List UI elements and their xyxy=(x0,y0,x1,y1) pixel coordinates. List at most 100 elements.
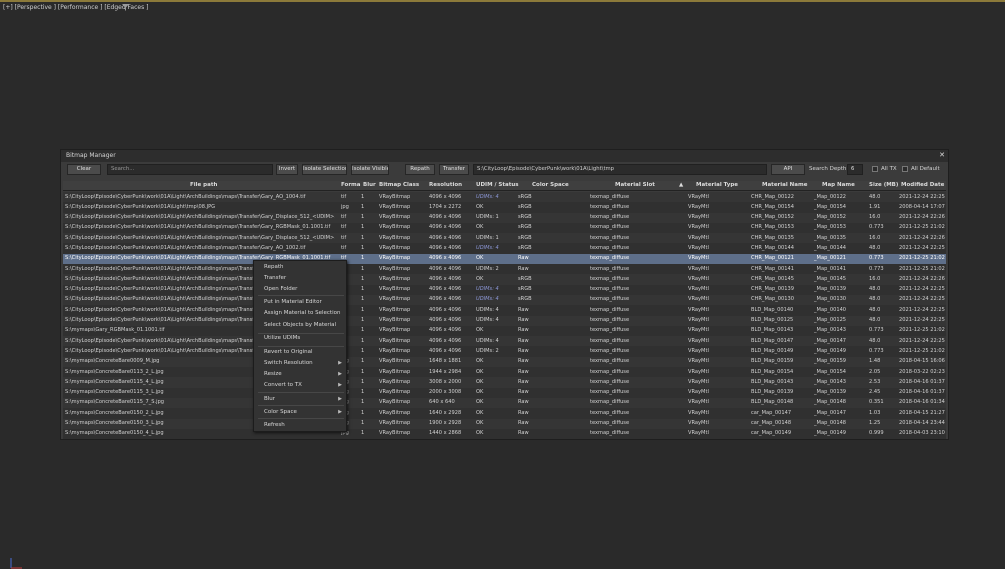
all-tx-checkbox[interactable] xyxy=(872,166,878,172)
table-row[interactable]: S:\CityLoop\Episode\CyberPunk\work\01A\L… xyxy=(63,346,946,357)
cell-bitmap-class: VRayBitmap xyxy=(379,430,411,437)
table-row[interactable]: S:\CityLoop\Episode\CyberPunk\work\01A\L… xyxy=(63,305,946,316)
col-material-type[interactable]: Material Type xyxy=(696,182,738,188)
menu-item-revert-to-original[interactable]: Revert to Original xyxy=(264,349,313,355)
col-blur[interactable]: Blur xyxy=(363,182,376,188)
cell-modified-date: 2018-04-16 01:37 xyxy=(899,378,945,385)
clear-button[interactable]: Clear xyxy=(67,164,101,175)
cell-resolution: 4096 x 4096 xyxy=(429,347,462,354)
menu-item-transfer[interactable]: Transfer xyxy=(264,275,286,281)
menu-item-switch-resolution[interactable]: Switch Resolution xyxy=(264,360,313,366)
cell-modified-date: 2021-12-24 22:25 xyxy=(899,306,945,313)
transfer-button[interactable]: Transfer xyxy=(439,164,469,175)
table-row[interactable]: S:\CityLoop\Episode\CyberPunk\work\01A\L… xyxy=(63,253,946,265)
all-default-label: All Default xyxy=(911,166,940,172)
cell-material-type: VRayMtl xyxy=(688,255,709,262)
menu-item-convert-to-tx[interactable]: Convert to TX xyxy=(264,382,302,388)
cell-material-slot: texmap_diffuse xyxy=(590,234,630,241)
cell-color-space: Raw xyxy=(518,265,529,272)
api-button[interactable]: API xyxy=(771,164,805,175)
col-map-name[interactable]: Map Name xyxy=(822,182,855,188)
table-row[interactable]: S:\mymaps\ConcreteBare0150_4_L.jpg jpg 1 VR… xyxy=(63,428,946,440)
col-color-space[interactable]: Color Space xyxy=(532,182,569,188)
cell-bitmap-class: VRayBitmap xyxy=(379,244,411,251)
repath-button[interactable]: Repath xyxy=(405,164,435,175)
cell-map-name: _Map_00154 xyxy=(814,368,847,375)
col-udim-status[interactable]: UDIM / Status xyxy=(476,182,519,188)
table-row[interactable]: S:\CityLoop\Episode\CyberPunk\work\01A\L… xyxy=(63,294,946,306)
search-depth-label: Search Depth: xyxy=(809,166,849,172)
cell-material-name: BLD_Map_00154 xyxy=(751,368,794,375)
close-icon[interactable]: ✕ xyxy=(939,151,945,159)
table-row[interactable]: S:\mymaps\Gary_RGBMask_01.1001.tiftif1VR… xyxy=(63,325,946,337)
cell-material-type: VRayMtl xyxy=(688,224,709,231)
table-row[interactable]: S:\CityLoop\Episode\CyberPunk\work\01A\L… xyxy=(63,222,946,234)
table-row[interactable]: S:\mymaps\ConcreteBare0115_7_S.jpgjpg1VR… xyxy=(63,397,946,409)
search-input[interactable]: Search... xyxy=(107,164,273,175)
col-resolution[interactable]: Resolution xyxy=(429,182,462,188)
table-row[interactable]: S:\mymaps\ConcreteBare0115_3_L.jpgjpg1VR… xyxy=(63,387,946,398)
cell-size: 1.25 xyxy=(869,420,881,427)
submenu-arrow-icon: ▶ xyxy=(338,382,342,388)
cell-material-slot: texmap_diffuse xyxy=(590,389,630,396)
table-row[interactable]: S:\mymaps\ConcreteBare0115_4_L.jpgjpg1VR… xyxy=(63,377,946,388)
cell-udim-status: UDIMs: 4 xyxy=(476,337,499,344)
menu-item-select-objects-by-material[interactable]: Select Objects by Material xyxy=(264,322,336,328)
col-material-name[interactable]: Material Name xyxy=(762,182,807,188)
table-row[interactable]: S:\CityLoop\Episode\CyberPunk\work\01A\L… xyxy=(63,233,946,244)
table-row[interactable]: S:\CityLoop\Episode\CyberPunk\work\01A\L… xyxy=(63,192,946,203)
cell-map-name: _Map_00141 xyxy=(814,265,847,272)
table-row[interactable]: S:\mymaps\ConcreteBare0009_M.jpgjpg1VRay… xyxy=(63,356,946,368)
cell-color-space: Raw xyxy=(518,409,529,416)
menu-item-repath[interactable]: Repath xyxy=(264,264,283,270)
cell-map-name: _Map_00121 xyxy=(814,255,847,262)
search-depth-spinner[interactable]: 6 xyxy=(847,164,863,175)
table-row[interactable]: S:\CityLoop\Episode\CyberPunk\work\01A\L… xyxy=(63,202,946,213)
col-bitmap-class[interactable]: Bitmap Class xyxy=(379,182,419,188)
cell-resolution: 4096 x 4096 xyxy=(429,214,462,221)
cell-material-name: car_Map_00147 xyxy=(751,409,792,416)
menu-item-blur[interactable]: Blur xyxy=(264,396,275,402)
menu-item-assign-material-to-selection[interactable]: Assign Material to Selection xyxy=(264,310,340,316)
menu-item-put-in-material-editor[interactable]: Put in Material Editor xyxy=(264,299,322,305)
cell-udim-status: OK xyxy=(476,203,484,210)
sort-ascending-icon[interactable]: ▲ xyxy=(679,182,683,188)
cell-blur: 1 xyxy=(361,234,365,241)
table-row[interactable]: S:\CityLoop\Episode\CyberPunk\work\01A\L… xyxy=(63,336,946,347)
col-file-path[interactable]: File path xyxy=(190,182,217,188)
cell-material-slot: texmap_diffuse xyxy=(590,296,630,303)
isolate-selection-button[interactable]: Isolate Selection xyxy=(302,164,347,175)
isolate-visible-button[interactable]: Isolate Visible xyxy=(351,164,389,175)
menu-item-resize[interactable]: Resize xyxy=(264,371,282,377)
table-row[interactable]: S:\mymaps\ConcreteBare0113_2_L.jpgjpg1VR… xyxy=(63,367,946,378)
table-row[interactable]: S:\CityLoop\Episode\CyberPunk\work\01A\L… xyxy=(63,284,946,295)
cell-modified-date: 2021-12-24 22:26 xyxy=(899,234,945,241)
menu-item-open-folder[interactable]: Open Folder xyxy=(264,286,297,292)
invert-button[interactable]: Invert xyxy=(276,164,298,175)
col-size[interactable]: Size (MB) xyxy=(869,182,898,188)
cell-size: 48.0 xyxy=(869,317,881,324)
col-format[interactable]: Forma xyxy=(341,182,360,188)
col-modified-date[interactable]: Modified Date xyxy=(901,182,944,188)
dialog-titlebar[interactable]: Bitmap Manager ✕ xyxy=(61,150,948,162)
cell-color-space: sRGB xyxy=(518,224,532,231)
menu-item-refresh[interactable]: Refresh xyxy=(264,422,285,428)
table-row[interactable]: S:\CityLoop\Episode\CyberPunk\work\01A\L… xyxy=(63,243,946,254)
table-row[interactable]: S:\mymaps\ConcreteBare0150_3_L.jpgjpg1VR… xyxy=(63,418,946,429)
menu-item-utilize-udims[interactable]: Utilize UDIMs xyxy=(264,335,300,341)
table-row[interactable]: S:\mymaps\ConcreteBare0150_2_L.jpgjpg1VR… xyxy=(63,408,946,419)
cell-blur: 1 xyxy=(361,255,365,262)
all-default-checkbox[interactable] xyxy=(902,166,908,172)
menu-item-color-space[interactable]: Color Space xyxy=(264,409,297,415)
table-row[interactable]: S:\CityLoop\Episode\CyberPunk\work\01A\L… xyxy=(63,274,946,285)
col-material-slot[interactable]: Material Slot xyxy=(615,182,655,188)
cell-size: 48.0 xyxy=(869,193,881,200)
table-row[interactable]: S:\CityLoop\Episode\CyberPunk\work\01A\L… xyxy=(63,212,946,223)
cell-resolution: 4096 x 4096 xyxy=(429,296,462,303)
table-row[interactable]: S:\CityLoop\Episode\CyberPunk\work\01A\L… xyxy=(63,315,946,326)
table-row[interactable]: S:\CityLoop\Episode\CyberPunk\work\01A\L… xyxy=(63,264,946,275)
filter-icon[interactable] xyxy=(122,4,129,11)
cell-map-name: _Map_00149 xyxy=(814,347,847,354)
cell-modified-date: 2021-12-24 22:26 xyxy=(899,275,945,282)
path-input[interactable]: S:\CityLoop\Episode\CyberPunk\work\01A\L… xyxy=(473,164,767,175)
